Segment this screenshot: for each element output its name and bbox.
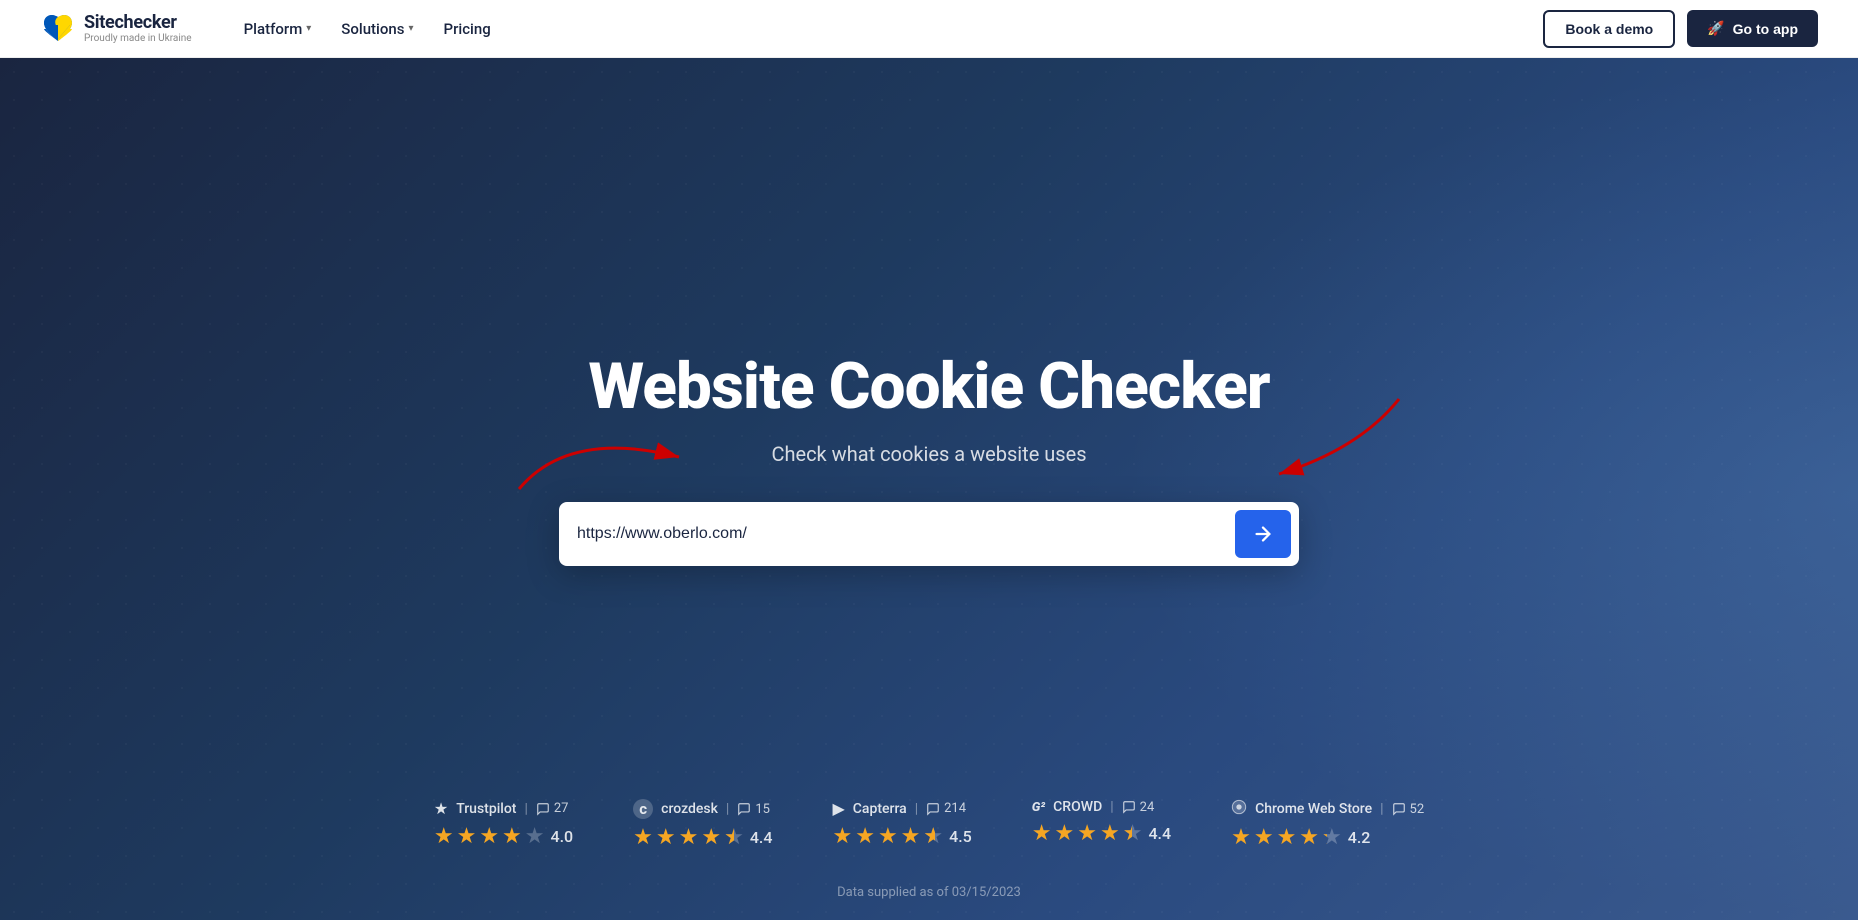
crozdesk-count: 15 bbox=[737, 802, 770, 817]
navbar-left: Sitechecker Proudly made in Ukraine Plat… bbox=[40, 11, 503, 47]
trustpilot-name: Trustpilot bbox=[456, 801, 516, 817]
chrome-score: 4.2 bbox=[1348, 828, 1371, 847]
rating-crozdesk-header: c crozdesk | 15 bbox=[633, 799, 770, 819]
trustpilot-stars: ★ ★ ★ ★ ★ bbox=[434, 824, 545, 849]
hero-section: Website Cookie Checker Check what cookie… bbox=[0, 58, 1858, 920]
g2crowd-name: CROWD bbox=[1053, 799, 1102, 815]
navbar: Sitechecker Proudly made in Ukraine Plat… bbox=[0, 0, 1858, 58]
rating-chrome-web-store: Chrome Web Store | 52 ★ ★ ★ ★ ★★ 4.2 bbox=[1231, 799, 1424, 850]
chevron-down-icon: ▾ bbox=[408, 23, 413, 34]
chrome-stars-row: ★ ★ ★ ★ ★★ 4.2 bbox=[1231, 825, 1370, 850]
ratings-section: ★ Trustpilot | 27 ★ ★ ★ ★ ★ 4.0 bbox=[0, 799, 1858, 850]
comment-icon bbox=[926, 802, 940, 816]
g2crowd-score: 4.4 bbox=[1148, 824, 1171, 843]
capterra-name: Capterra bbox=[853, 801, 907, 817]
rocket-icon: 🚀 bbox=[1707, 20, 1724, 37]
capterra-icon: ▶ bbox=[832, 799, 844, 818]
chrome-stars: ★ ★ ★ ★ ★★ bbox=[1231, 825, 1342, 850]
nav-platform[interactable]: Platform ▾ bbox=[232, 12, 324, 46]
nav-solutions-label: Solutions bbox=[341, 20, 404, 38]
capterra-score: 4.5 bbox=[949, 827, 972, 846]
capterra-count: 214 bbox=[926, 801, 966, 816]
go-to-app-button[interactable]: 🚀 Go to app bbox=[1687, 10, 1818, 47]
nav-pricing-label: Pricing bbox=[444, 20, 491, 38]
rating-chrome-header: Chrome Web Store | 52 bbox=[1231, 799, 1424, 819]
g2crowd-stars-row: ★ ★ ★ ★ ★★ 4.4 bbox=[1032, 821, 1171, 846]
half-star: ★★ bbox=[724, 825, 744, 850]
search-submit-button[interactable] bbox=[1235, 510, 1291, 558]
trustpilot-count: 27 bbox=[536, 801, 569, 816]
trustpilot-score: 4.0 bbox=[551, 827, 574, 846]
comment-icon bbox=[737, 802, 751, 816]
nav-pricing[interactable]: Pricing bbox=[432, 12, 503, 46]
logo-text-area: Sitechecker Proudly made in Ukraine bbox=[84, 13, 192, 44]
capterra-stars-row: ★ ★ ★ ★ ★★ 4.5 bbox=[832, 824, 971, 849]
url-search-input[interactable] bbox=[577, 517, 1235, 551]
comment-icon bbox=[1122, 800, 1136, 814]
logo-icon bbox=[40, 11, 76, 47]
logo-tagline: Proudly made in Ukraine bbox=[84, 33, 192, 44]
logo-name: Sitechecker bbox=[84, 13, 192, 33]
rating-g2crowd: G² CROWD | 24 ★ ★ ★ ★ ★★ 4.4 bbox=[1032, 799, 1171, 850]
chrome-svg-icon bbox=[1231, 799, 1247, 815]
comment-icon bbox=[1392, 802, 1406, 816]
hero-title: Website Cookie Checker bbox=[588, 352, 1269, 422]
nav-platform-label: Platform bbox=[244, 20, 303, 38]
chrome-icon bbox=[1231, 799, 1247, 819]
rating-crozdesk: c crozdesk | 15 ★ ★ ★ ★ ★★ 4.4 bbox=[633, 799, 772, 850]
nav-solutions[interactable]: Solutions ▾ bbox=[329, 12, 425, 46]
book-demo-button[interactable]: Book a demo bbox=[1543, 10, 1675, 48]
rating-capterra: ▶ Capterra | 214 ★ ★ ★ ★ ★★ 4.5 bbox=[832, 799, 971, 850]
arrow-right-icon bbox=[1252, 523, 1274, 545]
rating-trustpilot-header: ★ Trustpilot | 27 bbox=[434, 799, 569, 818]
half-star: ★★ bbox=[1123, 821, 1143, 846]
trustpilot-stars-row: ★ ★ ★ ★ ★ 4.0 bbox=[434, 824, 573, 849]
comment-icon bbox=[536, 802, 550, 816]
go-to-app-label: Go to app bbox=[1733, 21, 1798, 37]
crozdesk-name: crozdesk bbox=[661, 801, 718, 817]
hero-content: Website Cookie Checker Check what cookie… bbox=[539, 352, 1319, 566]
chrome-name: Chrome Web Store bbox=[1255, 801, 1372, 817]
crozdesk-stars: ★ ★ ★ ★ ★★ bbox=[633, 825, 744, 850]
logo[interactable]: Sitechecker Proudly made in Ukraine bbox=[40, 11, 192, 47]
half-star: ★★ bbox=[923, 824, 943, 849]
rating-trustpilot: ★ Trustpilot | 27 ★ ★ ★ ★ ★ 4.0 bbox=[434, 799, 573, 850]
chrome-count: 52 bbox=[1392, 802, 1425, 817]
crozdesk-icon: c bbox=[633, 799, 653, 819]
search-box bbox=[559, 502, 1299, 566]
g2crowd-icon: G² bbox=[1032, 800, 1045, 815]
crozdesk-score: 4.4 bbox=[750, 828, 773, 847]
rating-g2crowd-header: G² CROWD | 24 bbox=[1032, 799, 1154, 815]
half-star: ★★ bbox=[1322, 825, 1342, 850]
rating-capterra-header: ▶ Capterra | 214 bbox=[832, 799, 966, 818]
g2crowd-stars: ★ ★ ★ ★ ★★ bbox=[1032, 821, 1143, 846]
main-nav: Platform ▾ Solutions ▾ Pricing bbox=[232, 12, 503, 46]
trustpilot-icon: ★ bbox=[434, 799, 448, 818]
chevron-down-icon: ▾ bbox=[306, 23, 311, 34]
data-note: Data supplied as of 03/15/2023 bbox=[0, 885, 1858, 900]
navbar-right: Book a demo 🚀 Go to app bbox=[1543, 10, 1818, 48]
crozdesk-stars-row: ★ ★ ★ ★ ★★ 4.4 bbox=[633, 825, 772, 850]
capterra-stars: ★ ★ ★ ★ ★★ bbox=[832, 824, 943, 849]
hero-subtitle: Check what cookies a website uses bbox=[771, 442, 1086, 466]
g2crowd-count: 24 bbox=[1122, 800, 1155, 815]
